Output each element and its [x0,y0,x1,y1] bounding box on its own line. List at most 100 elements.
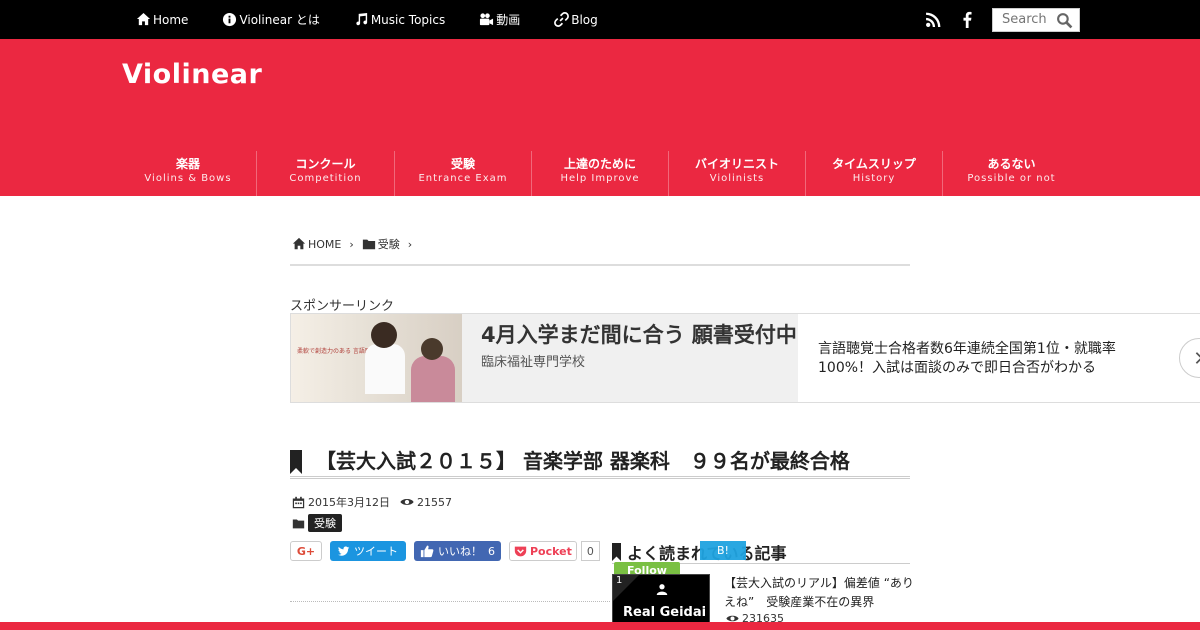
global-nav: 楽器 Violins & Bows コンクール Competition 受験 E… [120,151,1080,196]
facebook-icon [962,11,972,28]
bookmark-icon [612,543,621,561]
link-icon [554,12,570,27]
hatena-bookmark-button[interactable]: B! [700,541,746,560]
home-icon [292,237,306,250]
pocket-label: Pocket [530,544,572,558]
search-box[interactable] [992,7,1080,32]
gnav-item-ja: コンクール [295,156,356,171]
video-camera-icon [480,13,494,26]
chevron-right-icon: › [407,237,413,251]
search-input[interactable] [1002,12,1060,27]
gnav-item-en: Help Improve [560,172,640,184]
gnav-item-en: Possible or not [967,172,1056,184]
home-icon [136,12,151,26]
article-meta: 2015年3月12日 21557 [292,494,452,510]
music-note-icon [356,12,367,26]
gnav-item-en: Competition [289,172,362,184]
site-logo[interactable]: Violinear [122,59,262,90]
article-views: 21557 [400,495,452,509]
pocket-count: 0 [580,541,600,561]
gnav-item-en: History [852,172,896,184]
chevron-right-icon [1195,352,1200,364]
topnav-video[interactable]: 動画 [479,11,520,28]
site-header: Violinear 楽器 Violins & Bows コンクール Compet… [0,39,1200,196]
ad-headline[interactable]: 4月入学まだ間に合う 願書受付中 [481,322,798,348]
share-buttons: G+ ツイート いいね！ 6 Pocket 0 [290,541,600,561]
gnav-item-instruments[interactable]: 楽器 Violins & Bows [120,151,257,196]
divider [290,601,610,602]
topnav-video-label: 動画 [496,13,521,27]
gnav-item-ja: タイムスリップ [832,156,916,171]
article-date: 2015年3月12日 [308,496,390,509]
topnav-music-topics-label: Music Topics [370,12,446,27]
article-title: 【芸大入試２０１５】 音楽学部 器楽科 ９９名が最終合格 [316,448,850,473]
sponsor-label: スポンサーリンク [290,299,395,314]
divider [290,264,910,266]
facebook-link[interactable] [958,11,976,29]
gnav-item-help-improve[interactable]: 上達のために Help Improve [532,151,669,196]
article-title-row: 【芸大入試２０１５】 音楽学部 器楽科 ９９名が最終合格 [290,444,910,474]
gnav-item-ja: 受験 [450,156,475,171]
gnav-item-violinists[interactable]: バイオリニスト Violinists [669,151,806,196]
breadcrumb-category[interactable]: 受験 [378,236,400,252]
chevron-right-icon: › [349,237,354,251]
ad-figure [371,322,397,348]
pocket-button[interactable]: Pocket [509,541,577,561]
gnav-item-entrance-exam[interactable]: 受験 Entrance Exam [395,151,532,196]
bookmark-icon [290,450,302,474]
gnav-item-possible-or-not[interactable]: あるない Possible or not [943,151,1080,196]
category-badge[interactable]: 受験 [308,514,342,532]
gnav-item-history[interactable]: タイムスリップ History [806,151,943,196]
ad-image[interactable]: 柔軟で創造力のある 言語聴覚士になる [291,314,462,402]
folder-icon [292,518,305,528]
googleplus-share-button[interactable]: G+ [290,541,322,561]
gnav-item-en: Violinists [709,172,765,184]
calendar-icon [292,496,305,508]
ad-advertiser: 臨床福祉専門学校 [481,355,586,370]
topnav-blog[interactable]: Blog [554,12,598,27]
gnav-item-en: Violins & Bows [144,172,232,184]
twitter-icon [338,546,350,556]
folder-icon [362,239,375,250]
topnav-about[interactable]: Violinear とは [222,11,320,28]
topnav-music-topics[interactable]: Music Topics [354,12,445,27]
topnav-about-label: Violinear とは [239,13,320,27]
ad-headline-block[interactable]: 4月入学まだ間に合う 願書受付中 臨床福祉専門学校 [462,314,798,402]
gnav-item-competition[interactable]: コンクール Competition [257,151,395,196]
article-category: 受験 [292,514,342,532]
rss-link[interactable] [924,11,942,29]
like-count: 6 [488,544,495,558]
gnav-item-ja: 楽器 [175,156,200,171]
top-nav: Home Violinear とは Music Topics 動画 Blog [136,0,632,39]
facebook-like-button[interactable]: いいね！ 6 [414,541,501,561]
thumbnail-text: Real Geidai [623,605,707,620]
ad-figure [365,344,405,394]
like-label: いいね！ [438,545,482,558]
topnav-home[interactable]: Home [136,12,188,27]
top-right-tools [924,0,1080,39]
divider [290,476,910,479]
thumbs-up-icon [420,545,434,558]
tweet-button[interactable]: ツイート [330,541,406,561]
gnav-item-en: Entrance Exam [418,172,508,184]
gnav-item-ja: 上達のために [563,156,636,171]
breadcrumb-home[interactable]: HOME [308,238,341,251]
gnav-item-ja: あるない [987,156,1036,171]
ad-figure [411,356,455,402]
ad-figure [421,338,443,360]
search-icon[interactable] [1056,12,1073,29]
person-icon [656,584,668,595]
bottom-bar [0,622,1200,630]
ad-description[interactable]: 言語聴覚士合格者数6年連続全国第1位・就職率100%！入試は面談のみで即日合否が… [818,340,1148,378]
gnav-item-ja: バイオリニスト [694,156,779,171]
sponsored-ad[interactable]: 柔軟で創造力のある 言語聴覚士になる 4月入学まだ間に合う 願書受付中 臨床福祉… [290,313,1200,403]
ad-next-button[interactable] [1179,338,1200,378]
popular-item-title[interactable]: 【芸大入試のリアル】偏差値 “ありえね” 受験産業不在の異界 [724,574,914,612]
tweet-label: ツイート [354,545,398,558]
pocket-icon [514,546,527,556]
eye-icon [400,499,414,505]
topnav-blog-label: Blog [571,12,598,27]
topnav-home-label: Home [153,12,189,27]
rss-icon [925,12,940,27]
article-views-count: 21557 [417,495,452,509]
